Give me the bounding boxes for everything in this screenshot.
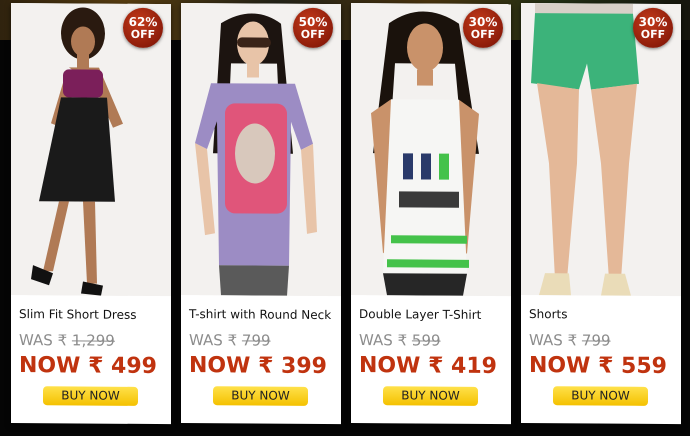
now-price: NOW ₹ 559 xyxy=(529,353,667,379)
discount-percent: 30% xyxy=(638,14,668,30)
product-photo[interactable]: 62% OFF xyxy=(11,3,171,297)
product-card-slim-fit-dress[interactable]: 62% OFF Slim Fit Short Dress WAS ₹ 1,299… xyxy=(11,3,171,425)
discount-off-label: OFF xyxy=(640,27,666,42)
discount-percent: 30% xyxy=(468,14,498,30)
was-price: WAS ₹ 1,299 xyxy=(19,331,115,350)
discount-off-label: OFF xyxy=(300,27,326,42)
discount-off-label: OFF xyxy=(130,27,156,42)
now-label: NOW xyxy=(189,353,251,379)
discount-percent: 50% xyxy=(298,14,328,30)
was-price-value: 599 xyxy=(411,331,441,350)
product-name[interactable]: Slim Fit Short Dress xyxy=(19,307,169,322)
currency-symbol: ₹ xyxy=(567,331,578,350)
product-name[interactable]: T-shirt with Round Neck xyxy=(189,307,339,322)
was-label: WAS xyxy=(189,331,223,350)
product-photo[interactable]: 50% OFF xyxy=(181,3,341,297)
now-price: NOW ₹ 399 xyxy=(189,353,327,379)
now-price-value: 399 xyxy=(281,353,327,380)
was-price-value: 799 xyxy=(581,331,611,350)
now-price-value: 419 xyxy=(451,353,497,380)
was-label: WAS xyxy=(359,331,393,350)
was-price: WAS ₹ 599 xyxy=(359,331,441,350)
was-price: WAS ₹ 799 xyxy=(529,331,611,350)
currency-symbol: ₹ xyxy=(428,353,444,379)
now-label: NOW xyxy=(19,353,81,379)
currency-symbol: ₹ xyxy=(258,353,274,379)
discount-badge: 62% OFF xyxy=(123,7,163,49)
product-photo[interactable]: 30% OFF xyxy=(351,3,511,297)
buy-now-button[interactable]: BUY NOW xyxy=(43,386,138,406)
currency-symbol: ₹ xyxy=(88,353,104,379)
buy-now-button[interactable]: BUY NOW xyxy=(213,386,308,406)
product-card-double-layer-tshirt[interactable]: 30% OFF Double Layer T-Shirt WAS ₹ 599 N… xyxy=(351,3,511,425)
product-name[interactable]: Shorts xyxy=(529,307,679,322)
currency-symbol: ₹ xyxy=(397,331,408,350)
now-price: NOW ₹ 499 xyxy=(19,353,157,379)
currency-symbol: ₹ xyxy=(227,331,238,350)
was-price-value: 799 xyxy=(241,331,271,350)
buy-now-button[interactable]: BUY NOW xyxy=(553,386,648,406)
buy-now-button[interactable]: BUY NOW xyxy=(383,386,478,406)
discount-badge: 30% OFF xyxy=(463,7,503,49)
discount-off-label: OFF xyxy=(470,27,496,42)
product-name[interactable]: Double Layer T-Shirt xyxy=(359,307,509,322)
now-price-value: 559 xyxy=(621,353,667,380)
now-price-value: 499 xyxy=(111,353,157,380)
discount-percent: 62% xyxy=(128,14,158,30)
currency-symbol: ₹ xyxy=(57,331,68,350)
now-price: NOW ₹ 419 xyxy=(359,353,497,379)
product-card-round-neck-tshirt[interactable]: 50% OFF T-shirt with Round Neck WAS ₹ 79… xyxy=(181,3,341,425)
product-card-shorts[interactable]: 30% OFF Shorts WAS ₹ 799 NOW ₹ 559 BUY N… xyxy=(521,3,681,425)
discount-badge: 50% OFF xyxy=(293,7,333,49)
was-label: WAS xyxy=(19,331,53,350)
now-label: NOW xyxy=(529,353,591,379)
product-photo[interactable]: 30% OFF xyxy=(521,3,681,297)
discount-badge: 30% OFF xyxy=(633,7,673,49)
currency-symbol: ₹ xyxy=(598,353,614,379)
was-price: WAS ₹ 799 xyxy=(189,331,271,350)
was-label: WAS xyxy=(529,331,563,350)
was-price-value: 1,299 xyxy=(71,331,115,350)
now-label: NOW xyxy=(359,353,421,379)
